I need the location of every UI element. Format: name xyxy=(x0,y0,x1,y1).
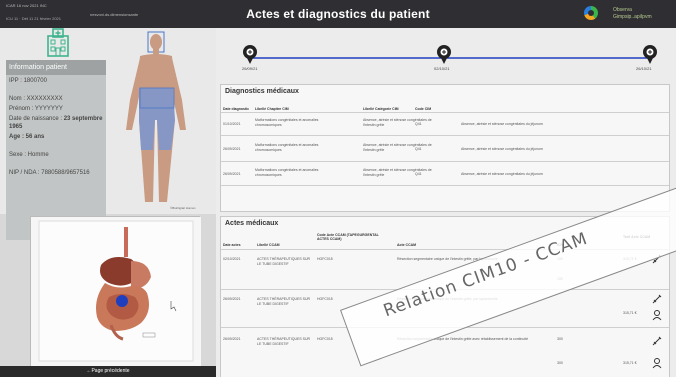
diag-header-date: Date diagnostic xyxy=(223,107,250,111)
diag-date: 01/10/2021 xyxy=(223,122,241,126)
patient-info-header: Information patient xyxy=(6,60,106,75)
top-bar: ICAR 16 nov 2021 INC ICU 11 · Dét 11 21 … xyxy=(0,0,676,28)
acte-code: HGFC015 xyxy=(317,257,333,261)
divider xyxy=(221,185,669,186)
divider xyxy=(221,135,669,136)
patient-ipp: IPP : 1800700 xyxy=(9,78,47,84)
acte-tarif: 315,71 € xyxy=(623,361,637,365)
timeline xyxy=(243,45,657,64)
age-value: Age : 56 ans xyxy=(9,134,45,140)
actes-header-date: Date actes xyxy=(223,243,241,247)
timeline-date-1: 26/09/21 xyxy=(242,66,258,71)
patient-info-card: Information patient IPP : 1800700 Nom : … xyxy=(6,60,106,240)
brand-line1: Observa xyxy=(613,7,632,13)
diagnostics-section: Diagnostics médicaux Date diagnostic Lib… xyxy=(220,84,670,212)
diagnostics-title: Diagnostics médicaux xyxy=(225,88,299,95)
digestive-system-viewer[interactable] xyxy=(30,216,201,369)
diag-chapitre: Malformations congénitales et anomalies … xyxy=(255,143,319,152)
patient-nom: Nom : XXXXXXXXX xyxy=(9,96,63,102)
hospital-icon xyxy=(47,28,69,57)
timeline-date-3: 26/10/21 xyxy=(636,66,652,71)
diag-categorie: Absence, atrésie et sténose congénitales… xyxy=(363,168,432,177)
surgeon-icon xyxy=(652,310,662,321)
acte-icr-2: 300 xyxy=(557,361,563,365)
acte-date: 26/09/2021 xyxy=(223,337,241,341)
digestive-organs-illustration xyxy=(31,217,201,369)
divider xyxy=(221,112,669,113)
surgeon-icon xyxy=(652,358,662,369)
divider xyxy=(221,161,669,162)
naissance-value: 23 septembre xyxy=(63,116,103,122)
diag-categorie: Absence, atrésie et sténose congénitales… xyxy=(363,143,432,152)
left-panel: Information patient IPP : 1800700 Nom : … xyxy=(0,28,216,240)
actes-header-acte: Acte CCAM xyxy=(397,243,417,247)
acte-libelle: ACTES THÉRAPEUTIQUES SUR LE TUBE DIGESTI… xyxy=(257,337,311,346)
diag-date: 26/09/2021 xyxy=(223,147,241,151)
naissance-year: 1965 xyxy=(9,124,23,130)
diag-libelle: Absence, atrésie et sténose congénitales… xyxy=(461,122,543,126)
patient-nip: NIP / NDA : 7880588/9657516 xyxy=(9,170,90,176)
syringe-icon xyxy=(652,294,662,304)
diag-header-chapitre: Libellé Chapitre CIM xyxy=(255,107,289,111)
patient-sexe: Sexe : Homme xyxy=(9,152,49,158)
acte-libelle: ACTES THÉRAPEUTIQUES SUR LE TUBE DIGESTI… xyxy=(257,257,311,266)
naissance-label: Date de naissance : xyxy=(9,116,63,122)
brand-logo-icon xyxy=(584,6,598,20)
diag-libelle: Absence, atrésie et sténose congénitales… xyxy=(461,172,543,176)
diag-code: Q41 xyxy=(415,172,422,176)
back-page-button[interactable]: ←Page précédente xyxy=(0,366,216,377)
actes-header-libelle: Libellé CCAM xyxy=(257,243,280,247)
diag-categorie: Absence, atrésie et sténose congénitales… xyxy=(363,118,432,127)
patient-age: Age : 56 ans xyxy=(6,133,106,141)
timeline-marker-2[interactable] xyxy=(437,45,451,64)
patient-prenom: Prénom : YYYYYYY xyxy=(9,106,63,112)
acte-code: HGFC015 xyxy=(317,337,333,341)
brand-name: Observa Gimpsip..apiIpvm xyxy=(613,7,652,21)
diag-libelle: Absence, atrésie et sténose congénitales… xyxy=(461,147,543,151)
diag-chapitre: Malformations congénitales et anomalies … xyxy=(255,168,319,177)
diag-date: 26/09/2021 xyxy=(223,172,241,176)
timeline-marker-1[interactable] xyxy=(243,45,257,64)
syringe-icon xyxy=(652,336,662,346)
diag-header-categorie: Libellé Catégorie CIM xyxy=(363,107,399,111)
diag-chapitre: Malformations congénitales et anomalies … xyxy=(255,118,319,127)
diag-header-code: Code CIM xyxy=(415,107,432,111)
diag-code: Q41 xyxy=(415,122,422,126)
timeline-marker-3[interactable] xyxy=(643,45,657,64)
acte-libelle: ACTES THÉRAPEUTIQUES SUR LE TUBE DIGESTI… xyxy=(257,297,311,306)
human-body-model[interactable] xyxy=(110,30,206,210)
page-title: Actes et diagnostics du patient xyxy=(246,7,430,21)
acte-icr: 300 xyxy=(557,337,563,341)
acte-date: 26/09/2021 xyxy=(223,297,241,301)
brand-line2: Gimpsip..apiIpvm xyxy=(613,14,652,20)
acte-tarif: 315,71 € xyxy=(623,311,637,315)
acte-date: 02/10/2021 xyxy=(223,257,241,261)
timeline-date-2: 02/10/21 xyxy=(434,66,450,71)
diag-code: Q41 xyxy=(415,147,422,151)
body-model-caption: ©BioDigital Human xyxy=(170,206,196,210)
acte-code: HGFC015 xyxy=(317,297,333,301)
actes-header-code: Code Acte CCAM (TAPEGURGENTAL ACTES CCAM… xyxy=(317,233,379,241)
patient-naissance: Date de naissance : 23 septembre 1965 xyxy=(6,115,106,131)
